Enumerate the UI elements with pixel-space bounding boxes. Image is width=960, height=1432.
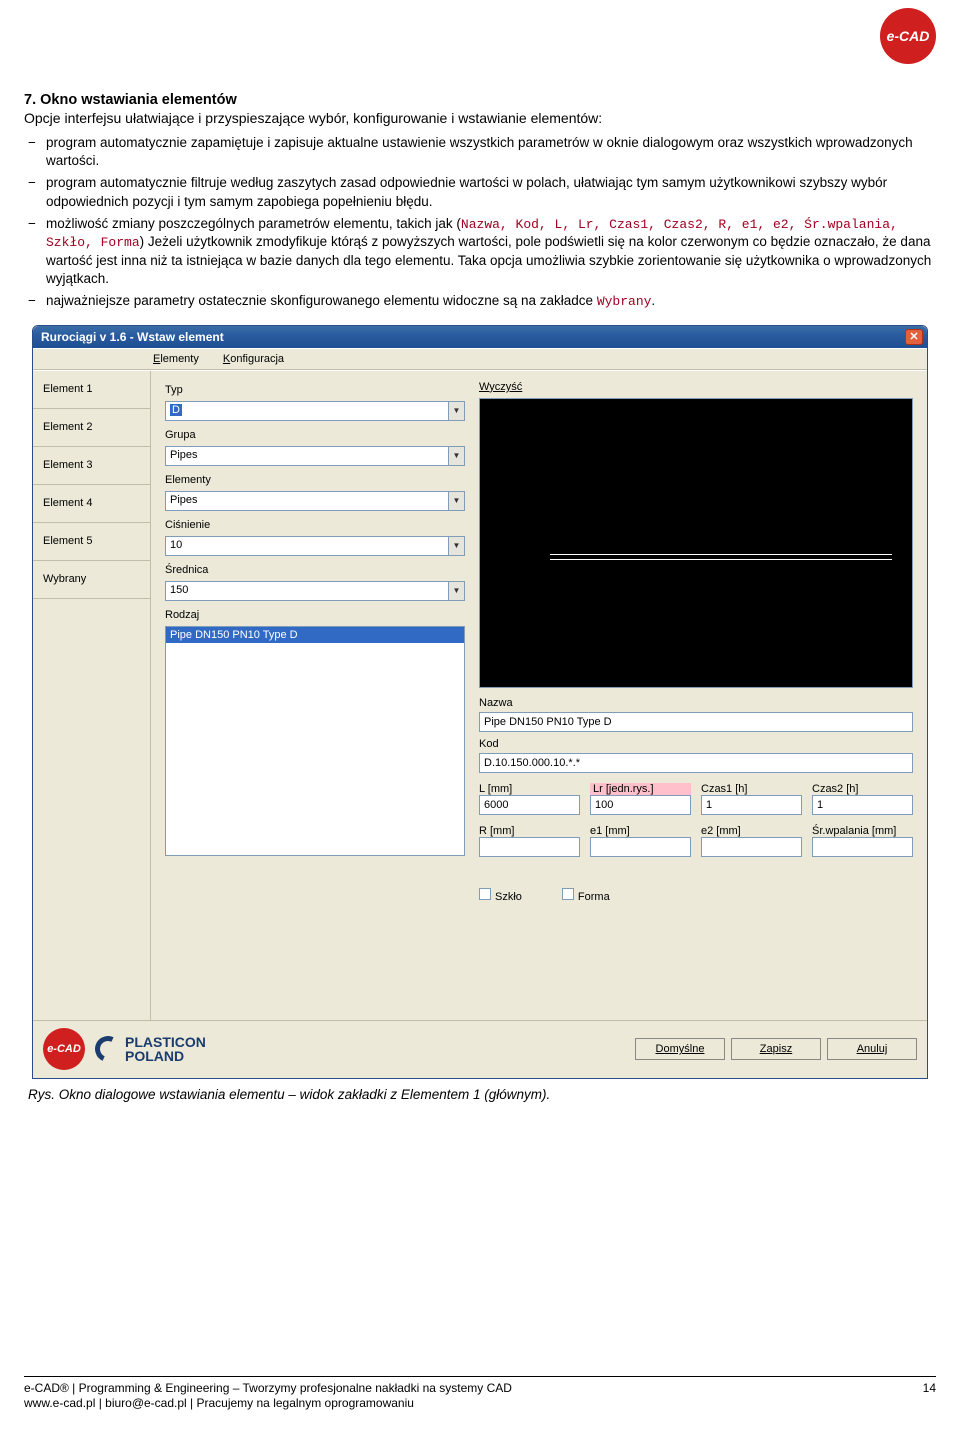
chevron-down-icon: ▼ xyxy=(448,402,464,420)
label-nazwa: Nazwa xyxy=(479,697,913,709)
ecad-logo-top: e-CAD xyxy=(880,8,936,64)
label-typ: Typ xyxy=(165,384,465,396)
combo-typ[interactable]: D▼ xyxy=(165,401,465,421)
plasticon-arc-icon xyxy=(91,1033,124,1066)
bullet-2: program automatycznie filtruje według za… xyxy=(46,174,936,210)
domyslne-button[interactable]: Domyślne xyxy=(635,1038,725,1060)
label-kod: Kod xyxy=(479,738,913,750)
tab-wybrany[interactable]: Wybrany xyxy=(33,561,150,599)
tab-element-2[interactable]: Element 2 xyxy=(33,409,150,447)
tab-element-3[interactable]: Element 3 xyxy=(33,447,150,485)
input-kod[interactable] xyxy=(479,753,913,773)
input-srwpalania[interactable] xyxy=(812,837,913,857)
combo-grupa[interactable]: Pipes▼ xyxy=(165,446,465,466)
wyczysc-button[interactable]: Wyczyść xyxy=(479,381,522,393)
bullet-4: najważniejsze parametry ostatecznie skon… xyxy=(46,292,936,311)
input-lr[interactable] xyxy=(590,795,691,815)
label-czas1: Czas1 [h] xyxy=(701,783,802,795)
dialog-title: Rurociągi v 1.6 - Wstaw element xyxy=(41,330,224,344)
input-czas2[interactable] xyxy=(812,795,913,815)
input-nazwa[interactable] xyxy=(479,712,913,732)
label-srednica: Średnica xyxy=(165,564,465,576)
combo-elementy[interactable]: Pipes▼ xyxy=(165,491,465,511)
label-e1: e1 [mm] xyxy=(590,825,691,837)
label-r: R [mm] xyxy=(479,825,580,837)
preview-pipe-icon xyxy=(550,554,892,560)
listbox-selected-item[interactable]: Pipe DN150 PN10 Type D xyxy=(166,627,464,643)
tab-element-5[interactable]: Element 5 xyxy=(33,523,150,561)
combo-srednica[interactable]: 150▼ xyxy=(165,581,465,601)
figure-caption: Rys. Okno dialogowe wstawiania elementu … xyxy=(28,1087,936,1102)
dialog-menubar: EElementylementy Konfiguracja xyxy=(33,348,927,370)
dialog-titlebar: Rurociągi v 1.6 - Wstaw element ✕ xyxy=(33,326,927,348)
listbox-rodzaj[interactable]: Pipe DN150 PN10 Type D xyxy=(165,626,465,856)
label-lr: Lr [jedn.rys.] xyxy=(590,783,691,795)
label-czas2: Czas2 [h] xyxy=(812,783,913,795)
label-srwpalania: Śr.wpalania [mm] xyxy=(812,825,913,837)
label-rodzaj: Rodzaj xyxy=(165,609,465,621)
anuluj-button[interactable]: Anuluj xyxy=(827,1038,917,1060)
close-icon[interactable]: ✕ xyxy=(905,329,923,345)
label-l: L [mm] xyxy=(479,783,580,795)
label-elementy: Elementy xyxy=(165,474,465,486)
label-e2: e2 [mm] xyxy=(701,825,802,837)
label-cisnienie: Ciśnienie xyxy=(165,519,465,531)
footer-line-2: www.e-cad.pl | biuro@e-cad.pl | Pracujem… xyxy=(24,1396,512,1412)
input-e2[interactable] xyxy=(701,837,802,857)
section-title: 7. Okno wstawiania elementów xyxy=(24,92,936,108)
chevron-down-icon: ▼ xyxy=(448,492,464,510)
chevron-down-icon: ▼ xyxy=(448,447,464,465)
tab-element-1[interactable]: Element 1 xyxy=(33,371,150,409)
bullet-1: program automatycznie zapamiętuje i zapi… xyxy=(46,134,936,170)
input-e1[interactable] xyxy=(590,837,691,857)
chevron-down-icon: ▼ xyxy=(448,582,464,600)
bullet-list: −program automatycznie zapamiętuje i zap… xyxy=(28,134,936,311)
dialog-footer: e-CAD PLASTICONPOLAND Domyślne Zapisz An… xyxy=(33,1020,927,1078)
menu-elementy[interactable]: EElementylementy xyxy=(153,353,199,365)
combo-cisnienie[interactable]: 10▼ xyxy=(165,536,465,556)
insert-element-dialog: Rurociągi v 1.6 - Wstaw element ✕ EEleme… xyxy=(32,325,928,1079)
dialog-sidebar: Element 1 Element 2 Element 3 Element 4 … xyxy=(33,371,151,1020)
page-number: 14 xyxy=(923,1381,936,1412)
page-footer: e-CAD® | Programming & Engineering – Two… xyxy=(24,1376,936,1412)
ecad-logo-icon: e-CAD xyxy=(43,1028,85,1070)
label-grupa: Grupa xyxy=(165,429,465,441)
menu-konfiguracja[interactable]: Konfiguracja xyxy=(223,353,284,365)
input-l[interactable] xyxy=(479,795,580,815)
checkbox-szklo[interactable]: Szkło xyxy=(479,888,522,903)
tab-element-4[interactable]: Element 4 xyxy=(33,485,150,523)
preview-area xyxy=(479,398,913,688)
input-czas1[interactable] xyxy=(701,795,802,815)
footer-line-1: e-CAD® | Programming & Engineering – Two… xyxy=(24,1381,512,1397)
section-subtitle: Opcje interfejsu ułatwiające i przyspies… xyxy=(24,110,936,126)
zapisz-button[interactable]: Zapisz xyxy=(731,1038,821,1060)
input-r[interactable] xyxy=(479,837,580,857)
checkbox-forma[interactable]: Forma xyxy=(562,888,610,903)
checkbox-icon xyxy=(562,888,574,900)
chevron-down-icon: ▼ xyxy=(448,537,464,555)
plasticon-logo: PLASTICONPOLAND xyxy=(95,1035,206,1063)
bullet-3: możliwość zmiany poszczególnych parametr… xyxy=(46,215,936,289)
checkbox-icon xyxy=(479,888,491,900)
